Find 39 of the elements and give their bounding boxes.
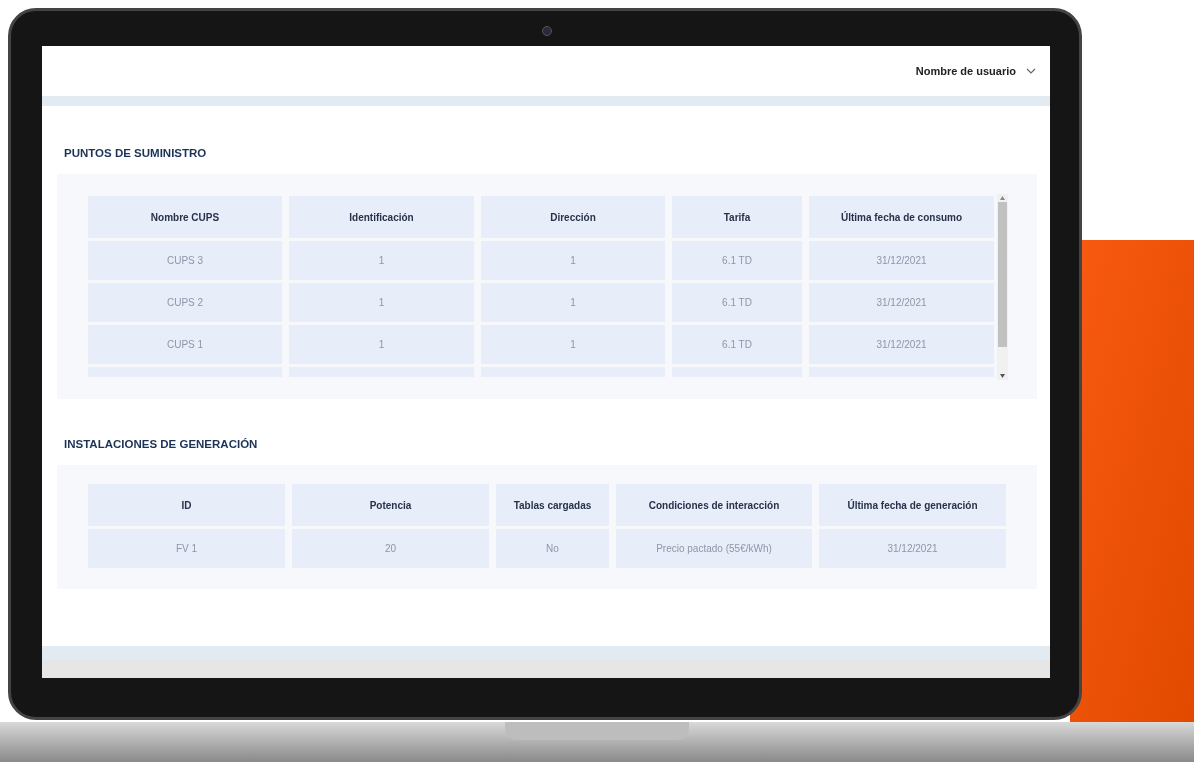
scroll-down-icon[interactable]	[1000, 374, 1005, 378]
table-cell: 1	[289, 241, 474, 280]
column-header: Identificación	[289, 196, 474, 238]
table-cell: Precio pactado (55€/kWh)	[616, 529, 812, 568]
section-title: PUNTOS DE SUMINISTRO	[64, 146, 207, 160]
table-cell: 6.1 TD	[672, 241, 802, 280]
table-cell: 1	[481, 283, 665, 322]
scrollbar[interactable]	[997, 194, 1008, 380]
scroll-up-icon[interactable]	[1000, 196, 1005, 200]
table-cell: 1	[289, 325, 474, 364]
table-cell: 31/12/2021	[809, 241, 994, 280]
column-header: Tablas cargadas	[496, 484, 609, 526]
column-header: Última fecha de consumo	[809, 196, 994, 238]
user-menu[interactable]: Nombre de usuario	[915, 62, 1036, 80]
chevron-down-icon	[1026, 68, 1036, 74]
table-cell: FV 1	[88, 529, 285, 568]
table-cell: CUPS 1	[88, 325, 282, 364]
table-cell: 6.1 TD	[672, 283, 802, 322]
table-cell: 31/12/2021	[809, 283, 994, 322]
column-header: Nombre CUPS	[88, 196, 282, 238]
table-cell: CUPS 3	[88, 241, 282, 280]
camera-icon	[542, 26, 552, 36]
table-cell: No	[496, 529, 609, 568]
table-cell: 20	[292, 529, 489, 568]
column-header: Potencia	[292, 484, 489, 526]
section-title: INSTALACIONES DE GENERACIÓN	[64, 437, 258, 451]
table-cell: 1	[481, 241, 665, 280]
table-cell: 1	[481, 325, 665, 364]
column-header: Última fecha de generación	[819, 484, 1006, 526]
column-header: Condiciones de interacción	[616, 484, 812, 526]
table-cell: 6.1 TD	[672, 325, 802, 364]
table-cell: 31/12/2021	[819, 529, 1006, 568]
table-cell: 31/12/2021	[809, 325, 994, 364]
column-header: ID	[88, 484, 285, 526]
column-header: Tarifa	[672, 196, 802, 238]
scrollbar-thumb[interactable]	[998, 202, 1007, 347]
table-cell: CUPS 2	[88, 283, 282, 322]
column-header: Dirección	[481, 196, 665, 238]
table-cell: 1	[289, 283, 474, 322]
